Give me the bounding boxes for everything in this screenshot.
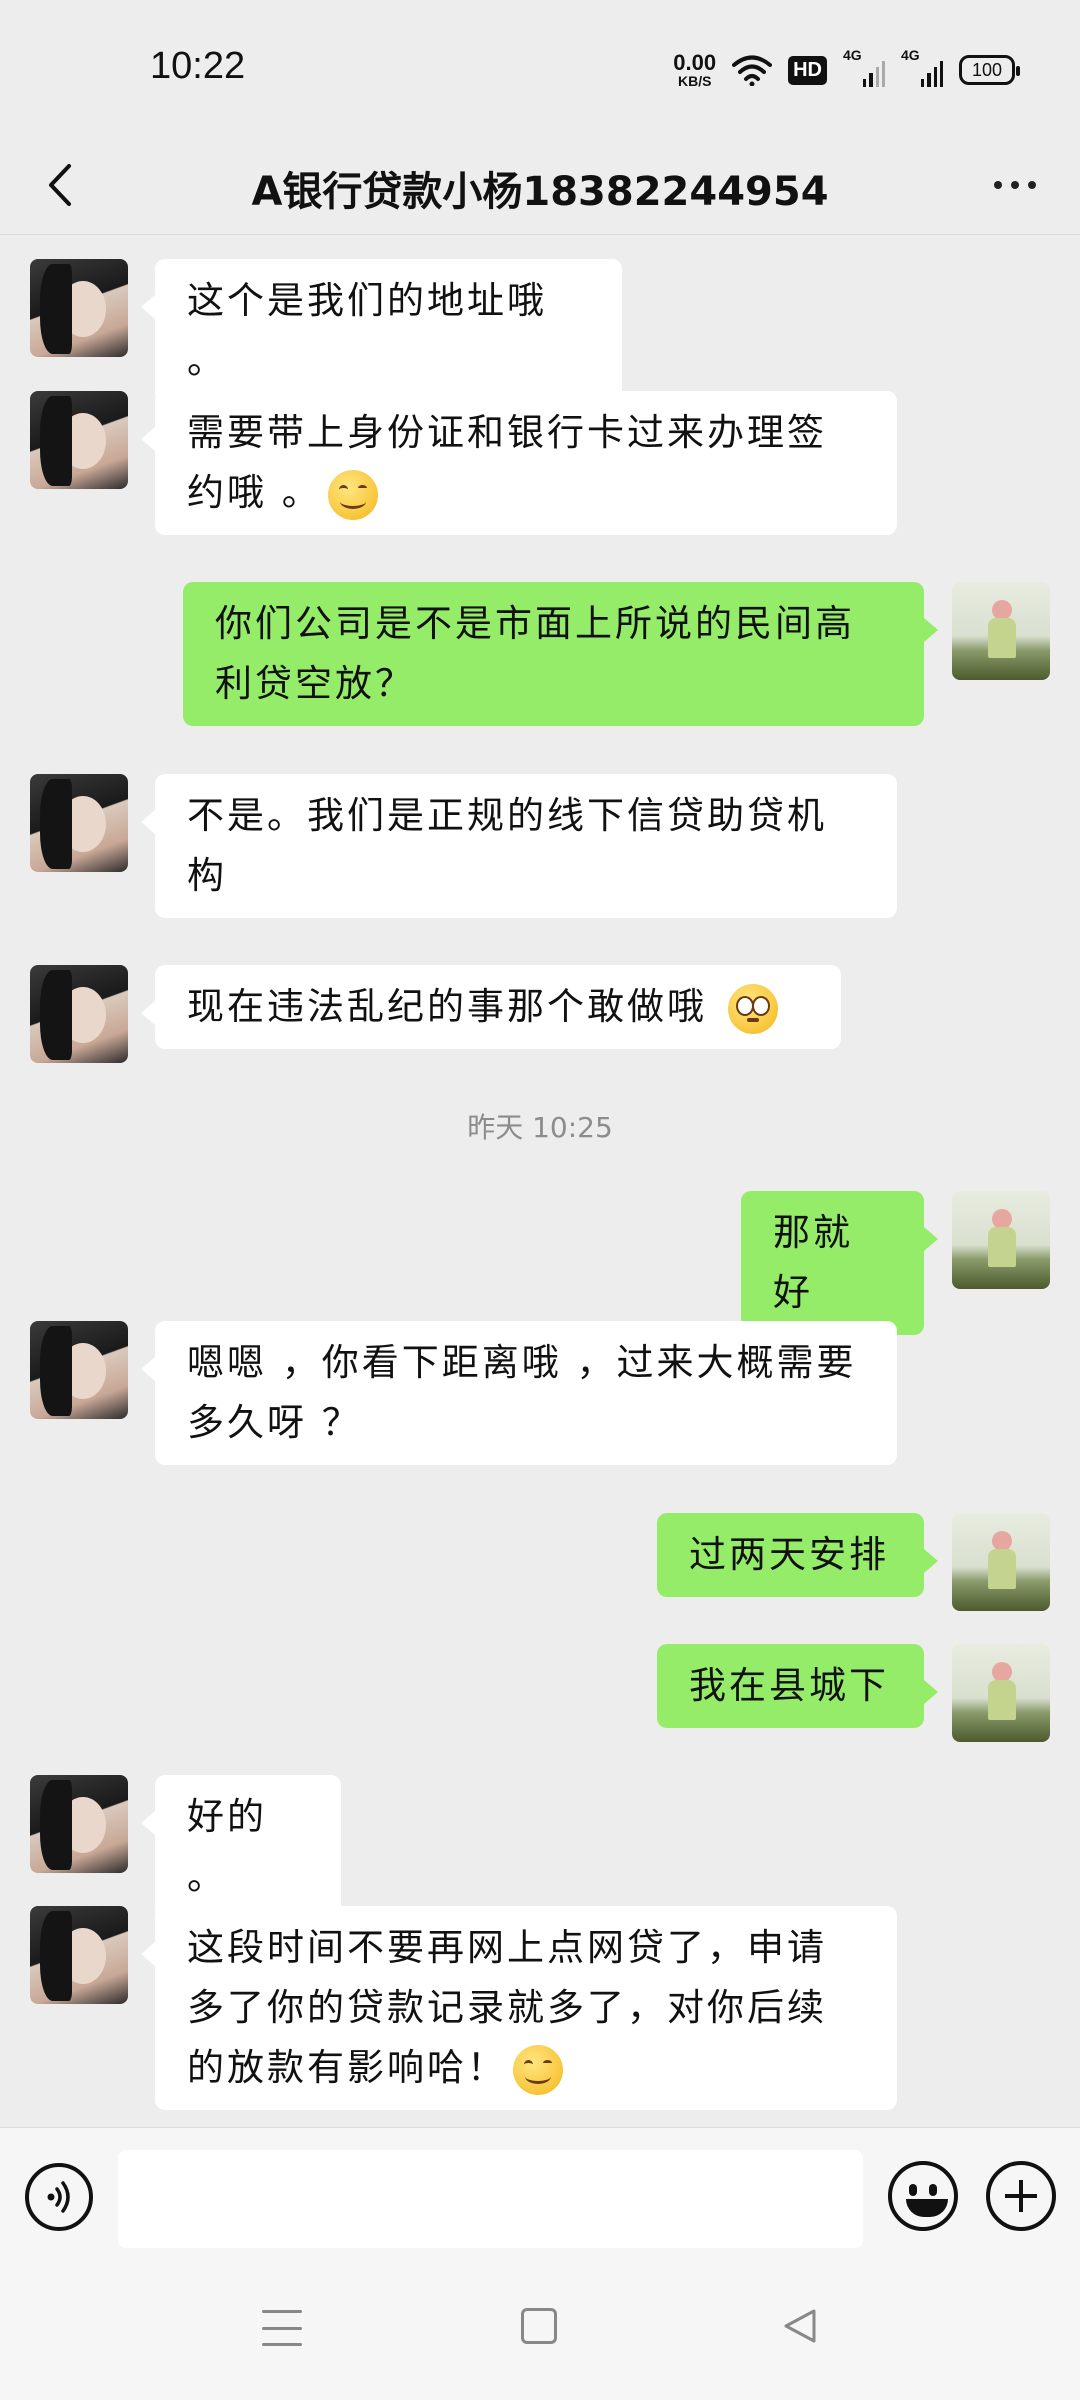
- chat-header: A银行贷款小杨18382244954: [0, 135, 1080, 235]
- message-text: 好的 。: [187, 1795, 267, 1898]
- battery-level: 100: [971, 59, 1003, 80]
- network-speed-unit: KB/S: [677, 73, 712, 89]
- contact-avatar[interactable]: [30, 259, 128, 357]
- message-bubble-incoming[interactable]: 嗯嗯 ，你看下距离哦 ，过来大概需要多久呀 ？: [141, 1321, 897, 1465]
- message-bubble-incoming[interactable]: 好的 。: [141, 1775, 341, 1919]
- system-nav-bar: [0, 2262, 1080, 2400]
- message-bubble-outgoing[interactable]: 你们公司是不是市面上所说的民间高利贷空放？: [183, 582, 938, 726]
- contact-avatar[interactable]: [30, 1775, 128, 1873]
- contact-avatar[interactable]: [30, 774, 128, 872]
- chat-area[interactable]: 这个是我们的地址哦 。 需要带上身份证和银行卡过来办理签约哦 。 你们公司是不是…: [0, 236, 1080, 2126]
- message-bubble-outgoing[interactable]: 那就好: [741, 1191, 938, 1335]
- message-bubble-incoming[interactable]: 需要带上身份证和银行卡过来办理签约哦 。: [141, 391, 897, 535]
- input-bar: [0, 2127, 1080, 2262]
- my-avatar[interactable]: [952, 1644, 1050, 1742]
- signal-2-label: 4G: [901, 47, 920, 63]
- message-text: 那就好: [773, 1211, 853, 1314]
- hd-icon: HD: [788, 55, 827, 85]
- message-bubble-incoming[interactable]: 这段时间不要再网上点网贷了，申请多了你的贷款记录就多了，对你后续的放款有影响哈！: [141, 1906, 897, 2110]
- message-text: 这个是我们的地址哦 。: [187, 279, 547, 382]
- more-button[interactable]: [980, 155, 1050, 215]
- message-bubble-incoming[interactable]: 现在违法乱纪的事那个敢做哦: [141, 965, 841, 1049]
- wifi-icon: [732, 55, 773, 86]
- message-text: 现在违法乱纪的事那个敢做哦: [187, 985, 722, 1028]
- smile-emoji-icon: [513, 2044, 563, 2095]
- message-text: 我在县城下: [689, 1664, 889, 1707]
- my-avatar[interactable]: [952, 1191, 1050, 1289]
- plus-button[interactable]: [986, 2161, 1056, 2231]
- home-square-icon[interactable]: [521, 2308, 557, 2344]
- menu-icon[interactable]: [262, 2310, 302, 2346]
- status-icons: 0.00 KB/S HD 4G 4G 100: [673, 47, 1020, 92]
- network-speed-value: 0.00: [673, 50, 717, 75]
- contact-avatar[interactable]: [30, 965, 128, 1063]
- battery-icon: 100: [959, 55, 1020, 85]
- signal-icon-2: 4G: [901, 47, 943, 87]
- my-avatar[interactable]: [952, 582, 1050, 680]
- message-text: 不是。我们是正规的线下信贷助贷机构: [187, 794, 827, 897]
- status-bar: 10:22 0.00 KB/S HD 4G 4G 100: [0, 0, 1080, 135]
- voice-icon: [47, 2181, 70, 2213]
- message-input[interactable]: [118, 2150, 863, 2248]
- more-dots-icon: [994, 181, 1002, 189]
- message-text: 这段时间不要再网上点网贷了，申请多了你的贷款记录就多了，对你后续的放款有影响哈！: [187, 1926, 827, 2089]
- voice-button[interactable]: [25, 2163, 93, 2231]
- message-bubble-incoming[interactable]: 不是。我们是正规的线下信贷助贷机构: [141, 774, 897, 918]
- rolling-eyes-emoji-icon: [727, 983, 778, 1034]
- emoji-icon: [929, 2184, 937, 2196]
- message-bubble-outgoing[interactable]: 我在县城下: [657, 1644, 938, 1728]
- back-triangle-icon[interactable]: [780, 2306, 820, 2346]
- message-text: 你们公司是不是市面上所说的民间高利贷空放？: [215, 602, 855, 705]
- network-speed: 0.00 KB/S: [673, 50, 717, 89]
- contact-avatar[interactable]: [30, 391, 128, 489]
- smile-emoji-icon: [327, 469, 378, 520]
- chat-timestamp: 昨天 10:25: [467, 1111, 613, 1144]
- message-bubble-incoming[interactable]: 这个是我们的地址哦 。: [141, 259, 622, 403]
- message-bubble-outgoing[interactable]: 过两天安排: [657, 1513, 938, 1597]
- contact-avatar[interactable]: [30, 1321, 128, 1419]
- emoji-button[interactable]: [888, 2161, 958, 2231]
- signal-icon-1: 4G: [843, 47, 885, 87]
- chat-title: A银行贷款小杨18382244954: [251, 169, 829, 215]
- signal-1-label: 4G: [843, 47, 862, 63]
- contact-avatar[interactable]: [30, 1906, 128, 2004]
- message-text: 需要带上身份证和银行卡过来办理签约哦 。: [187, 411, 827, 514]
- status-time: 10:22: [150, 45, 246, 87]
- message-text: 过两天安排: [689, 1533, 889, 1576]
- my-avatar[interactable]: [952, 1513, 1050, 1611]
- message-text: 嗯嗯 ，你看下距离哦 ，过来大概需要多久呀 ？: [187, 1341, 857, 1444]
